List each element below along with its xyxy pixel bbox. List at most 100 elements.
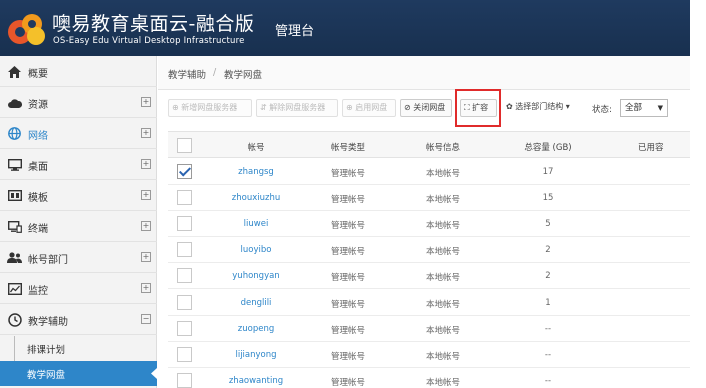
sidebar-subitem-schedule[interactable]: 排课计划 [0, 336, 157, 361]
sidebar-item-overview[interactable]: 概要 [0, 56, 157, 87]
table-row[interactable]: zhangsg 管理帐号 本地帐号 17 [168, 159, 690, 185]
expand-icon[interactable]: + [141, 159, 151, 169]
account-info-cell: 本地帐号 [425, 169, 460, 179]
tree-line [14, 336, 15, 361]
account-cell: zuopeng [237, 323, 275, 334]
column-header-account-info[interactable]: 帐号信息 [403, 141, 483, 153]
sidebar-item-label: 监控 [28, 286, 48, 297]
table-row[interactable]: luoyibo 管理帐号 本地帐号 2 [168, 237, 690, 264]
column-header-account-type[interactable]: 帐号类型 [308, 141, 388, 153]
account-info-cell: 本地帐号 [425, 195, 460, 206]
row-checkbox[interactable] [177, 268, 192, 284]
table-row[interactable]: zhouxiuzhu 管理帐号 本地帐号 15 [168, 185, 690, 212]
terminal-icon [7, 219, 22, 234]
account-info-cell: 本地帐号 [425, 351, 460, 362]
account-cell: denglili [240, 297, 272, 308]
account-cell: yuhongyan [232, 271, 280, 282]
status-select[interactable]: 全部 ▼ [620, 99, 668, 117]
remove-netdisk-server-button[interactable]: ⇵ 解除网盘服务器 [256, 99, 338, 117]
expand-icon[interactable]: + [141, 221, 151, 231]
account-type-cell: 管理帐号 [330, 299, 365, 310]
caret-down-icon: ▼ [657, 104, 663, 112]
main-panel: 教学辅助 / 教学网盘 ⊕ 新增网盘服务器 ⇵ 解除网盘服务器 ⊕ 启用网盘 ⊘… [158, 56, 690, 388]
select-all-checkbox[interactable] [177, 138, 192, 153]
column-header-used[interactable]: 已用容 [638, 141, 698, 153]
department-select-dropdown[interactable]: ✿ 选择部门结构 ▾ [503, 99, 589, 117]
logo-icon [8, 14, 45, 45]
template-icon [7, 188, 22, 203]
account-type-cell: 管理帐号 [330, 247, 365, 258]
sidebar-item-accounts[interactable]: 帐号部门 + [0, 242, 157, 273]
sidebar-item-monitor[interactable]: 监控 + [0, 273, 157, 304]
table-row[interactable]: zhaowanting 管理帐号 本地帐号 -- [168, 368, 690, 388]
account-type-cell: 管理帐号 [330, 273, 365, 284]
capacity-cell: 15 [542, 193, 554, 204]
expand-icon[interactable]: + [141, 128, 151, 138]
capacity-cell: 1 [545, 297, 551, 308]
account-type-cell: 管理帐号 [330, 169, 365, 179]
monitor-icon [7, 157, 22, 172]
sidebar-item-resources[interactable]: 资源 + [0, 87, 157, 118]
row-checkbox[interactable] [177, 190, 192, 206]
table-header: 帐号 帐号类型 帐号信息 总容量 (GB) 已用容 [168, 131, 690, 158]
table-row[interactable]: liuwei 管理帐号 本地帐号 5 [168, 211, 690, 238]
console-title: 管理台 [275, 24, 315, 39]
right-gutter [690, 0, 706, 388]
toolbar: ⊕ 新增网盘服务器 ⇵ 解除网盘服务器 ⊕ 启用网盘 ⊘ 关闭网盘 ⛶ 扩容 ✿… [158, 96, 690, 120]
expand-icon[interactable]: + [141, 283, 151, 293]
account-type-cell: 管理帐号 [330, 351, 365, 362]
close-netdisk-button[interactable]: ⊘ 关闭网盘 [400, 99, 452, 117]
row-checkbox[interactable] [177, 372, 192, 388]
table-row[interactable]: lijianyong 管理帐号 本地帐号 -- [168, 342, 690, 368]
row-checkbox[interactable] [177, 242, 192, 258]
account-info-cell: 本地帐号 [425, 325, 460, 336]
globe-icon [7, 126, 22, 141]
account-type-cell: 管理帐号 [330, 195, 365, 206]
sidebar-item-template[interactable]: 模板 + [0, 180, 157, 211]
capacity-cell: 5 [545, 219, 551, 230]
column-header-account[interactable]: 帐号 [216, 141, 296, 153]
sidebar-item-label: 终端 [28, 224, 48, 235]
table-row[interactable]: denglili 管理帐号 本地帐号 1 [168, 290, 690, 316]
app-header: 噢易教育桌面云-融合版 OS-Easy Edu Virtual Desktop … [0, 0, 690, 56]
sidebar-subitem-label: 排课计划 [27, 345, 66, 356]
sidebar-item-desktop[interactable]: 桌面 + [0, 149, 157, 180]
table-row[interactable]: zuopeng 管理帐号 本地帐号 -- [168, 316, 690, 342]
active-pointer-icon [151, 368, 157, 379]
status-label: 状态: [592, 105, 612, 115]
account-info-cell: 本地帐号 [425, 247, 460, 258]
highlight-box [455, 89, 501, 127]
account-cell: zhouxiuzhu [231, 193, 281, 204]
account-type-cell: 管理帐号 [330, 325, 365, 336]
sidebar-item-network[interactable]: 网络 + [0, 118, 157, 149]
row-checkbox[interactable] [177, 294, 192, 310]
row-checkbox[interactable] [177, 164, 192, 179]
account-info-cell: 本地帐号 [425, 221, 460, 232]
expand-icon[interactable]: + [141, 252, 151, 262]
sidebar-item-teaching[interactable]: 教学辅助 − [0, 304, 157, 335]
sidebar-subitem-netdisk[interactable]: 教学网盘 [0, 361, 157, 386]
cloud-icon [7, 95, 22, 110]
sidebar-item-label: 帐号部门 [28, 255, 68, 266]
capacity-cell: 2 [545, 245, 551, 256]
sidebar-subitem-label: 教学网盘 [27, 370, 66, 381]
sidebar-item-label: 模板 [28, 193, 48, 204]
column-header-capacity[interactable]: 总容量 (GB) [508, 141, 588, 153]
row-checkbox[interactable] [177, 320, 192, 336]
sidebar-item-terminal[interactable]: 终端 + [0, 211, 157, 242]
collapse-icon[interactable]: − [141, 314, 151, 324]
add-netdisk-server-button[interactable]: ⊕ 新增网盘服务器 [168, 99, 252, 117]
row-checkbox[interactable] [177, 216, 192, 232]
capacity-cell: -- [544, 323, 552, 334]
capacity-cell: 17 [542, 167, 554, 177]
account-type-cell: 管理帐号 [330, 221, 365, 232]
breadcrumb-parent[interactable]: 教学辅助 [168, 67, 206, 81]
table-row[interactable]: yuhongyan 管理帐号 本地帐号 2 [168, 263, 690, 290]
expand-icon[interactable]: + [141, 97, 151, 107]
account-cell: zhaowanting [228, 375, 284, 386]
row-checkbox[interactable] [177, 346, 192, 362]
chart-icon [7, 281, 22, 296]
expand-icon[interactable]: + [141, 190, 151, 200]
enable-netdisk-button[interactable]: ⊕ 启用网盘 [342, 99, 396, 117]
status-select-value: 全部 [625, 103, 643, 113]
